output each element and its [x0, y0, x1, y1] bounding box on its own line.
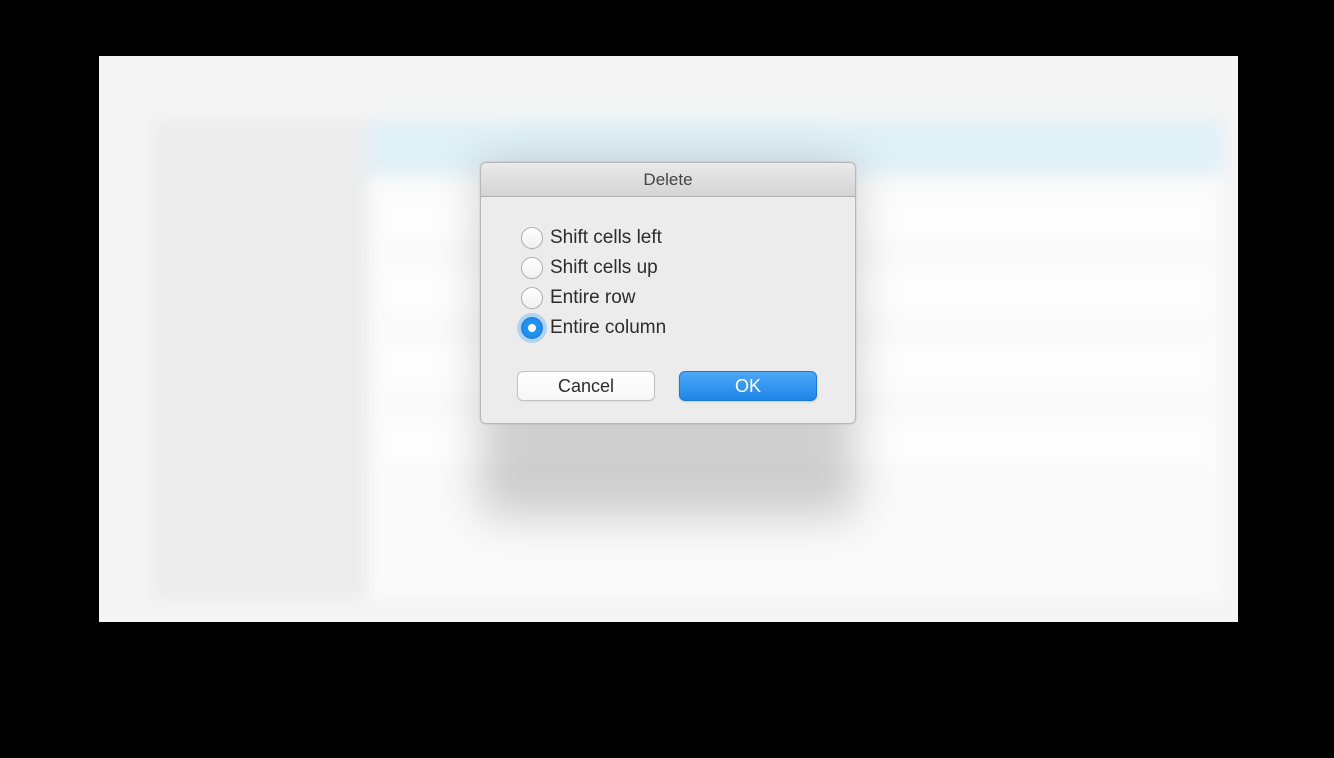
dialog-button-row: Cancel OK	[517, 371, 825, 401]
radio-icon	[521, 227, 543, 249]
radio-option-entire-row[interactable]: Entire row	[521, 287, 825, 309]
radio-label: Shift cells left	[550, 227, 662, 249]
ok-button[interactable]: OK	[679, 371, 817, 401]
dialog-titlebar: Delete	[481, 163, 855, 197]
radio-option-shift-cells-up[interactable]: Shift cells up	[521, 257, 825, 279]
radio-option-shift-cells-left[interactable]: Shift cells left	[521, 227, 825, 249]
radio-label: Entire column	[550, 317, 666, 339]
dialog-title: Delete	[643, 170, 692, 190]
cancel-button[interactable]: Cancel	[517, 371, 655, 401]
radio-option-entire-column[interactable]: Entire column	[521, 317, 825, 339]
radio-icon	[521, 257, 543, 279]
delete-options-radio-group: Shift cells left Shift cells up Entire r…	[521, 227, 825, 339]
radio-label: Shift cells up	[550, 257, 658, 279]
radio-icon	[521, 287, 543, 309]
radio-label: Entire row	[550, 287, 636, 309]
delete-dialog: Delete Shift cells left Shift cells up E…	[480, 162, 856, 424]
dialog-body: Shift cells left Shift cells up Entire r…	[481, 197, 855, 423]
radio-icon	[521, 317, 543, 339]
